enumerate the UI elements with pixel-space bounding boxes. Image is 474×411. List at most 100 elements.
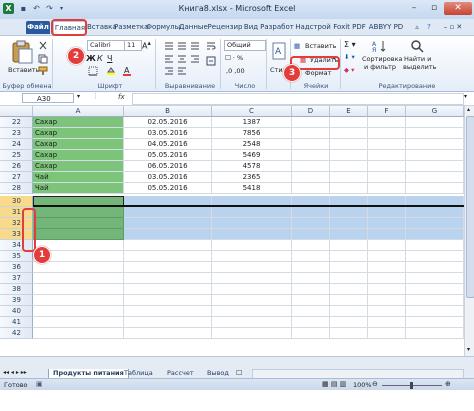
maximize-icon[interactable]: ▫ (424, 2, 444, 15)
sheet-nav-icon[interactable]: ◂◂ ◂ ▸ ▸▸ (3, 369, 27, 376)
format-painter-icon[interactable] (38, 66, 48, 76)
minimize-icon[interactable]: – (404, 2, 424, 15)
scroll-down-icon[interactable]: ▾ (467, 346, 470, 353)
cell-b[interactable] (124, 207, 212, 218)
cell-g[interactable] (406, 284, 464, 295)
row-header[interactable]: 27 (0, 172, 33, 183)
insert-cells-button[interactable]: Вставить (305, 42, 336, 50)
cell-c[interactable]: 5418 (212, 183, 292, 194)
cell-b[interactable] (124, 240, 212, 251)
column-header-a[interactable]: A (33, 106, 124, 117)
cell-b[interactable]: 03.05.2016 (124, 172, 212, 183)
sheet-tab-output[interactable]: Вывод (203, 369, 233, 378)
cell-e[interactable] (330, 295, 368, 306)
cell-b[interactable] (124, 317, 212, 328)
cell-a[interactable]: Чай (33, 183, 124, 194)
font-name-select[interactable]: Calibri (87, 40, 125, 51)
cell-a[interactable]: Сахар (33, 139, 124, 150)
cell-e[interactable] (330, 161, 368, 172)
cell-g[interactable] (406, 251, 464, 262)
help-icon[interactable]: ? (424, 21, 434, 34)
cell-a[interactable]: Чай (33, 172, 124, 183)
cell-d[interactable] (292, 317, 330, 328)
select-all-corner[interactable] (0, 106, 33, 117)
tab-review[interactable]: Рецензир (207, 21, 243, 34)
currency-icon[interactable]: ☐ · % (225, 54, 243, 62)
cell-f[interactable] (368, 262, 406, 273)
spreadsheet-grid[interactable]: A B C D E F G 22 Сахар 02.05.2016 1387 23 Сах… (0, 106, 464, 356)
cell-f[interactable] (368, 183, 406, 194)
scroll-up-icon[interactable]: ▴ (467, 106, 470, 113)
cell-c[interactable]: 5469 (212, 150, 292, 161)
cell-f[interactable] (368, 328, 406, 339)
name-box-dropdown-icon[interactable]: ▾ (77, 93, 80, 100)
cell-a[interactable] (33, 273, 124, 284)
cell-b[interactable] (124, 328, 212, 339)
insert-function-icon[interactable]: fx (118, 93, 125, 101)
font-color-icon[interactable]: A (122, 66, 132, 76)
column-header-e[interactable]: E (330, 106, 368, 117)
cell-d[interactable] (292, 172, 330, 183)
cell-d[interactable] (292, 128, 330, 139)
sort-filter-icon[interactable]: АЯ (372, 39, 388, 53)
cell-f[interactable] (368, 139, 406, 150)
cell-f[interactable] (368, 207, 406, 218)
cell-c[interactable]: 2548 (212, 139, 292, 150)
cell-b[interactable]: 06.05.2016 (124, 161, 212, 172)
borders-icon[interactable] (88, 66, 98, 76)
cell-f[interactable] (368, 284, 406, 295)
cell-f[interactable] (368, 218, 406, 229)
row-header[interactable]: 42 (0, 328, 33, 339)
cell-c[interactable] (212, 229, 292, 240)
cell-a[interactable]: Сахар (33, 161, 124, 172)
cell-c[interactable] (212, 328, 292, 339)
bold-icon[interactable]: Ж (86, 54, 96, 63)
cell-a[interactable]: Сахар (33, 128, 124, 139)
cell-e[interactable] (330, 328, 368, 339)
cell-g[interactable] (406, 172, 464, 183)
cell-g[interactable] (406, 117, 464, 128)
cell-e[interactable] (330, 172, 368, 183)
cell-c[interactable] (212, 295, 292, 306)
row-header[interactable]: 41 (0, 317, 33, 328)
row-header[interactable]: 24 (0, 139, 33, 150)
tab-addins[interactable]: Надстрой (295, 21, 331, 34)
cell-b[interactable] (124, 262, 212, 273)
cell-c[interactable] (212, 273, 292, 284)
row-header[interactable]: 40 (0, 306, 33, 317)
cell-b[interactable] (124, 284, 212, 295)
tab-abbyy[interactable]: ABBYY PD (368, 21, 404, 34)
cell-g[interactable] (406, 229, 464, 240)
find-select-button-line2[interactable]: выделить (403, 63, 436, 71)
format-cells-button[interactable]: Формат (305, 69, 331, 77)
tab-view[interactable]: Вид (243, 21, 259, 34)
cell-f[interactable] (368, 229, 406, 240)
fill-icon[interactable]: ⬇ ▾ (344, 53, 355, 61)
cell-e[interactable] (330, 218, 368, 229)
cell-f[interactable] (368, 306, 406, 317)
cell-f[interactable] (368, 161, 406, 172)
zoom-out-icon[interactable]: ⊖ (372, 380, 378, 388)
column-header-c[interactable]: C (212, 106, 292, 117)
name-box[interactable]: A30 (22, 93, 74, 103)
cell-e[interactable] (330, 273, 368, 284)
macro-record-icon[interactable]: ▣ (36, 380, 43, 388)
cell-f[interactable] (368, 273, 406, 284)
vertical-scrollbar[interactable]: ▴ ▾ (464, 106, 474, 356)
cell-c[interactable] (212, 218, 292, 229)
tab-formulas[interactable]: Формулы (146, 21, 180, 34)
cell-d[interactable] (292, 295, 330, 306)
cell-d[interactable] (292, 139, 330, 150)
cell-d[interactable] (292, 183, 330, 194)
zoom-slider-thumb[interactable] (410, 382, 413, 389)
cell-g[interactable] (406, 317, 464, 328)
cell-d[interactable] (292, 218, 330, 229)
cell-e[interactable] (330, 251, 368, 262)
cell-d[interactable] (292, 284, 330, 295)
cell-c[interactable]: 7856 (212, 128, 292, 139)
cell-d[interactable] (292, 306, 330, 317)
cell-g[interactable] (406, 139, 464, 150)
cell-a[interactable] (33, 207, 124, 218)
cell-d[interactable] (292, 240, 330, 251)
cell-b[interactable] (124, 251, 212, 262)
